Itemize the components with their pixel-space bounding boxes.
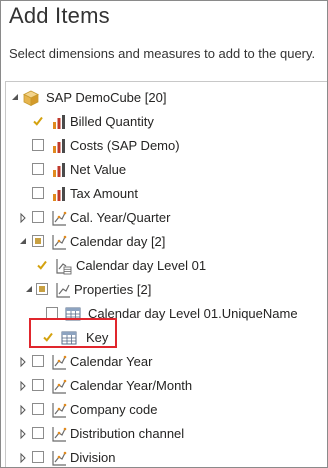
measure-bar-chart-icon <box>53 163 65 177</box>
tree-item-distribution-channel[interactable]: Distribution channel <box>6 422 326 446</box>
dimension-hierarchy-icon <box>52 211 67 226</box>
dimension-hierarchy-icon <box>52 379 67 394</box>
tree-item-properties[interactable]: Properties [2] <box>6 278 326 302</box>
checkbox[interactable] <box>32 427 44 439</box>
checkbox[interactable] <box>32 355 44 367</box>
tree-item-division[interactable]: Division <box>6 446 326 467</box>
tree-item-label: Net Value <box>70 162 127 177</box>
dimension-hierarchy-icon <box>52 355 67 370</box>
tree-item-calendar-year[interactable]: Calendar Year <box>6 350 326 374</box>
checkbox[interactable] <box>36 259 48 271</box>
expanded-arrow-icon[interactable] <box>18 235 28 249</box>
tree-item-calendar-day[interactable]: Calendar day [2] <box>6 230 326 254</box>
tree-item-sap-democube[interactable]: SAP DemoCube [20] <box>6 86 326 110</box>
checkbox[interactable] <box>32 403 44 415</box>
add-items-pane: Add Items Select dimensions and measures… <box>0 0 328 468</box>
tree-item-label: Distribution channel <box>70 426 185 441</box>
field-tree: SAP DemoCube [20] Billed Quantity Costs … <box>5 81 327 467</box>
checkbox[interactable] <box>32 115 44 127</box>
collapsed-arrow-icon[interactable] <box>18 427 28 441</box>
checkbox[interactable] <box>32 163 44 175</box>
tree-item-label: Costs (SAP Demo) <box>70 138 180 153</box>
tree-item-label: Tax Amount <box>70 186 138 201</box>
collapsed-arrow-icon[interactable] <box>18 355 28 369</box>
tree-item-cal-year-quarter[interactable]: Cal. Year/Quarter <box>6 206 326 230</box>
checkbox[interactable] <box>32 451 44 463</box>
dimension-hierarchy-icon <box>52 403 67 418</box>
checkbox-partial[interactable] <box>32 235 44 247</box>
check-icon <box>36 259 48 271</box>
tree-item-calendar-year-month[interactable]: Calendar Year/Month <box>6 374 326 398</box>
checkbox[interactable] <box>32 211 44 223</box>
tree-item-billed-quantity[interactable]: Billed Quantity <box>6 110 326 134</box>
collapsed-arrow-icon[interactable] <box>18 451 28 465</box>
properties-icon <box>56 283 70 298</box>
tree-item-label: Division <box>70 450 116 465</box>
cube-icon <box>23 90 39 107</box>
measure-bar-chart-icon <box>53 187 65 201</box>
tree-item-label: Company code <box>70 402 158 417</box>
tree-item-label: Calendar Year/Month <box>70 378 193 393</box>
tree-item-label: Calendar day [2] <box>70 234 166 249</box>
checkbox[interactable] <box>32 379 44 391</box>
dimension-hierarchy-icon <box>52 427 67 442</box>
check-icon <box>32 115 44 127</box>
key-highlight-box <box>29 318 117 348</box>
tree-item-label: SAP DemoCube [20] <box>46 90 167 105</box>
tree-item-label: Calendar Year <box>70 354 153 369</box>
expanded-arrow-icon[interactable] <box>10 91 20 105</box>
measure-bar-chart-icon <box>53 139 65 153</box>
tree-item-company-code[interactable]: Company code <box>6 398 326 422</box>
tree-item-label: Cal. Year/Quarter <box>70 210 171 225</box>
tree-item-label: Calendar day Level 01.UniqueName <box>88 306 298 321</box>
checkbox[interactable] <box>32 187 44 199</box>
checkbox-partial[interactable] <box>36 283 48 295</box>
collapsed-arrow-icon[interactable] <box>18 379 28 393</box>
tree-item-tax-amount[interactable]: Tax Amount <box>6 182 326 206</box>
level-icon <box>56 259 72 275</box>
tree-item-net-value[interactable]: Net Value <box>6 158 326 182</box>
tree-item-calendar-day-level-01[interactable]: Calendar day Level 01 <box>6 254 326 278</box>
tree-item-label: Calendar day Level 01 <box>76 258 207 273</box>
page-subtitle: Select dimensions and measures to add to… <box>9 46 316 61</box>
tree-item-label: Properties [2] <box>74 282 152 297</box>
tree-item-costs[interactable]: Costs (SAP Demo) <box>6 134 326 158</box>
expanded-arrow-icon[interactable] <box>24 283 34 297</box>
tree-item-label: Billed Quantity <box>70 114 154 129</box>
measure-bar-chart-icon <box>53 115 65 129</box>
collapsed-arrow-icon[interactable] <box>18 211 28 225</box>
page-title: Add Items <box>9 3 110 28</box>
dimension-hierarchy-icon <box>52 235 67 250</box>
checkbox[interactable] <box>32 139 44 151</box>
dimension-hierarchy-icon <box>52 451 67 466</box>
collapsed-arrow-icon[interactable] <box>18 403 28 417</box>
